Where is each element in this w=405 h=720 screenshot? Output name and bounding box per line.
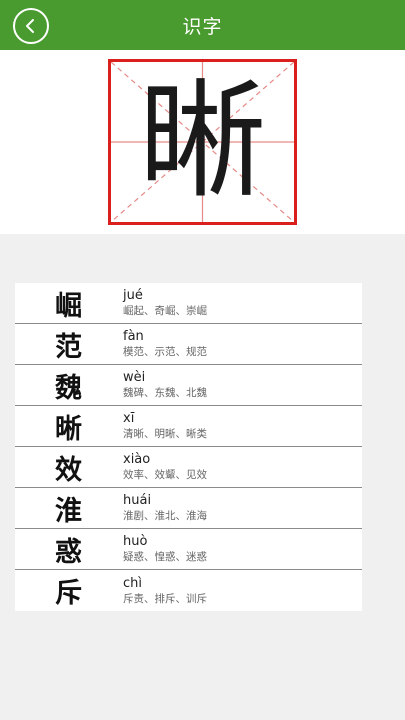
list-item-info: wèi 魏碑、东魏、北魏 [122,365,362,405]
list-item[interactable]: 魏 wèi 魏碑、东魏、北魏 [15,365,362,406]
list-item-pinyin: xiào [123,452,151,467]
list-item-character: 崛 [55,290,82,322]
list-item[interactable]: 范 fàn 模范、示范、规范 [15,324,362,365]
list-item-info: huò 疑惑、惶惑、迷惑 [122,529,362,569]
list-item-character: 惑 [55,536,82,568]
list-item-pinyin: wèi [123,370,146,385]
list-item-character: 魏 [55,372,82,404]
list-item[interactable]: 淮 huái 淮剧、淮北、淮海 [15,488,362,529]
list-item[interactable]: 斥 chì 斥责、排斥、训斥 [15,570,362,611]
list-item-character: 范 [55,331,82,363]
list-item-character: 效 [55,454,82,486]
tianzige-grid: 晰 [108,59,297,225]
list-item-words: 清晰、明晰、晰类 [123,428,207,440]
list-item-pinyin: xī [123,411,135,426]
character-display-panel: 晰 [0,50,405,234]
list-item-words: 崛起、奇崛、崇崛 [123,305,207,317]
character-list: 崛 jué 崛起、奇崛、崇崛范 fàn 模范、示范、规范魏 wèi 魏碑、东魏、北魏晰 xī 清… [15,283,362,611]
list-item[interactable]: 效 xiào 效率、效颦、见效 [15,447,362,488]
list-item[interactable]: 晰 xī 清晰、明晰、晰类 [15,406,362,447]
list-item-pinyin: huái [123,493,152,508]
list-item[interactable]: 崛 jué 崛起、奇崛、崇崛 [15,283,362,324]
page-title: 识字 [182,15,223,38]
list-item-words: 淮剧、淮北、淮海 [123,510,207,522]
list-item-info: xiào 效率、效颦、见效 [122,447,362,487]
back-button[interactable] [13,8,49,44]
list-item-info: huái 淮剧、淮北、淮海 [122,488,362,528]
back-arrow-icon [26,19,34,33]
list-item-words: 疑惑、惶惑、迷惑 [123,551,207,563]
list-item-pinyin: jué [123,288,143,303]
list-item-info: chì 斥责、排斥、训斥 [122,570,362,611]
list-item-words: 斥责、排斥、训斥 [123,592,207,605]
list-item-words: 魏碑、东魏、北魏 [123,387,207,399]
list-item-info: xī 清晰、明晰、晰类 [122,406,362,446]
list-item-character: 斥 [55,578,82,609]
top-bar: 识字 [0,0,405,50]
list-item-pinyin: fàn [123,329,144,344]
main-character: 晰 [138,67,267,216]
list-item-info: jué 崛起、奇崛、崇崛 [122,283,362,323]
list-item-character: 晰 [55,413,82,445]
list-item-info: fàn 模范、示范、规范 [122,324,362,364]
list-item-words: 模范、示范、规范 [123,346,207,358]
list-item-character: 淮 [55,495,82,527]
list-item-pinyin: huò [123,534,148,549]
list-item[interactable]: 惑 huò 疑惑、惶惑、迷惑 [15,529,362,570]
list-item-words: 效率、效颦、见效 [123,469,207,481]
list-item-pinyin: chì [123,575,142,591]
